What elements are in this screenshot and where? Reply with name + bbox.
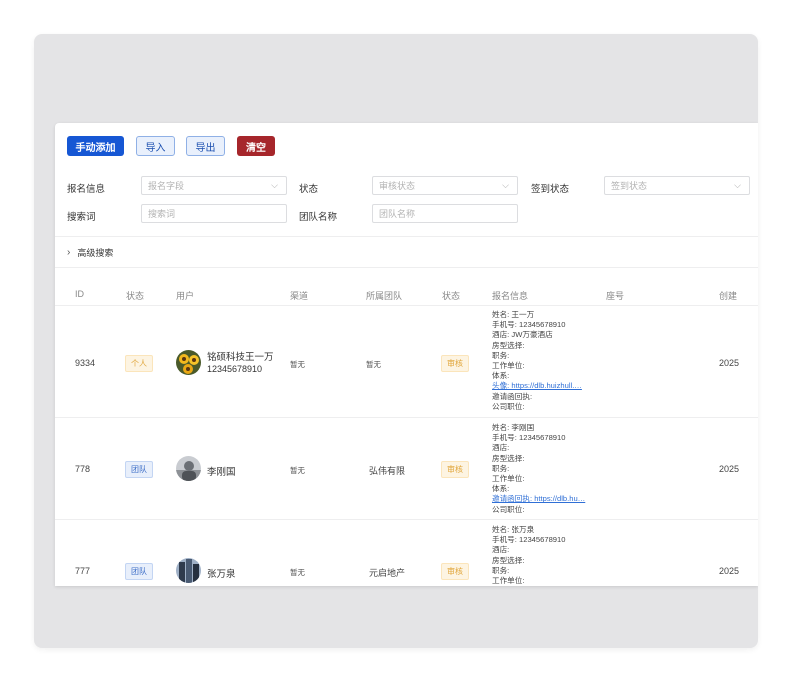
header-signup-info: 报名信息	[492, 291, 529, 301]
info-line: 体系:	[492, 484, 510, 494]
team: 暂无	[366, 360, 381, 369]
building-avatar-icon	[176, 558, 201, 583]
chevron-down-icon: ⌵	[271, 180, 278, 190]
info-line: 房型选择:	[492, 453, 525, 463]
team-name-input[interactable]: 团队名称	[372, 204, 518, 223]
status-label: 状态	[299, 184, 319, 195]
row-id: 778	[75, 464, 91, 474]
channel: 暂无	[290, 466, 305, 475]
advanced-search-label: 高级搜索	[77, 248, 114, 258]
manual-add-button[interactable]: 手动添加	[67, 136, 124, 156]
divider	[55, 236, 758, 237]
keyword-placeholder: 搜索词	[148, 209, 176, 219]
type-badge: 个人	[125, 355, 153, 372]
signup-field-select[interactable]: 报名字段 ⌵	[141, 176, 287, 195]
keyword-label: 搜索词	[67, 212, 96, 223]
row-id: 777	[75, 566, 91, 576]
avatar	[176, 456, 201, 481]
info-line: 手机号: 12345678910	[492, 320, 566, 330]
header-seat: 座号	[606, 291, 625, 301]
info-line: 公司职位:	[492, 504, 525, 514]
header-review-status: 状态	[442, 291, 461, 301]
info-line: 体系:	[492, 371, 510, 381]
info-line: 房型选择:	[492, 340, 525, 350]
signup-info: 姓名: 王一万 手机号: 12345678910 酒店: JW万豪酒店 房型选择…	[492, 310, 582, 412]
checkin-status-placeholder: 签到状态	[611, 181, 648, 191]
info-line: 姓名: 张万泉	[492, 525, 535, 534]
avatar	[176, 350, 201, 375]
info-line: 姓名: 李刚国	[492, 423, 535, 432]
screenshot-frame: 手动添加 导入 导出 清空 报名信息 报名字段 ⌵ 状态 审核状态 ⌵ 签到状态…	[34, 34, 758, 648]
info-line: 工作单位:	[492, 576, 525, 586]
table-row[interactable]: 777 团队 张万泉 暂无 元启地产 审核 姓名: 张万泉 手机号: 12345…	[55, 520, 758, 586]
review-status-placeholder: 审核状态	[379, 181, 416, 191]
info-line: 酒店:	[492, 545, 510, 555]
chevron-right-icon: ›	[67, 247, 71, 258]
signup-info: 姓名: 李刚国 手机号: 12345678910 酒店: 房型选择: 职务: 工…	[492, 423, 585, 515]
invitation-link[interactable]: 邀请函回执: https://dlb.hu…	[492, 494, 585, 504]
import-button[interactable]: 导入	[136, 136, 175, 156]
review-button[interactable]: 审核	[441, 461, 469, 478]
info-line: 职务:	[492, 350, 510, 360]
checkin-status-label: 签到状态	[531, 184, 570, 195]
table-row[interactable]: 9334 个人 铭硕科技王一万 12345678910 暂无 暂无 审核 姓名:…	[55, 306, 758, 418]
keyword-input[interactable]: 搜索词	[141, 204, 287, 223]
signup-field-placeholder: 报名字段	[148, 181, 185, 191]
info-line: 工作单位:	[492, 474, 525, 484]
review-button[interactable]: 审核	[441, 563, 469, 580]
user-name: 张万泉	[207, 569, 236, 580]
checkin-status-select[interactable]: 签到状态 ⌵	[604, 176, 750, 195]
user-name: 铭硕科技王一万	[207, 352, 274, 363]
info-line: 职务:	[492, 463, 510, 473]
review-status-select[interactable]: 审核状态 ⌵	[372, 176, 518, 195]
header-team: 所属团队	[366, 291, 403, 301]
info-line: 手机号: 12345678910	[492, 535, 566, 545]
type-badge: 团队	[125, 461, 153, 478]
info-line: 工作单位:	[492, 361, 525, 371]
created-date: 2025	[719, 464, 740, 474]
user-phone: 12345678910	[207, 364, 263, 374]
team: 元启地产	[369, 568, 406, 578]
created-date: 2025	[719, 566, 740, 576]
header-created: 创建	[719, 291, 738, 301]
header-id: ID	[75, 289, 84, 299]
header-user: 用户	[176, 291, 195, 301]
info-line: 房型选择:	[492, 555, 525, 565]
team-name-placeholder: 团队名称	[379, 209, 416, 219]
signup-info-label: 报名信息	[67, 184, 106, 195]
type-badge: 团队	[125, 563, 153, 580]
export-button[interactable]: 导出	[186, 136, 225, 156]
info-line: 酒店:	[492, 443, 510, 453]
user-name: 李刚国	[207, 467, 236, 478]
info-line: 姓名: 王一万	[492, 310, 535, 319]
info-line: 职务:	[492, 565, 510, 575]
info-line: 公司职位:	[492, 401, 525, 411]
channel: 暂无	[290, 360, 305, 369]
info-line: 手机号: 12345678910	[492, 433, 566, 443]
table-row[interactable]: 778 团队 李刚国 暂无 弘伟有限 审核 姓名: 李刚国 手机号: 12345…	[55, 418, 758, 520]
created-date: 2025	[719, 358, 740, 368]
review-button[interactable]: 审核	[441, 355, 469, 372]
clear-button[interactable]: 清空	[237, 136, 275, 156]
header-type-status: 状态	[126, 291, 145, 301]
team: 弘伟有限	[369, 466, 406, 476]
avatar	[176, 558, 201, 583]
team-name-label: 团队名称	[299, 212, 338, 223]
info-line: 邀请函回执:	[492, 391, 533, 401]
row-id: 9334	[75, 358, 96, 368]
info-line: 酒店: JW万豪酒店	[492, 330, 553, 340]
sunflower-avatar-icon	[176, 350, 201, 375]
chevron-down-icon: ⌵	[734, 180, 741, 190]
advanced-search-toggle[interactable]: › 高级搜索	[67, 246, 113, 259]
chevron-down-icon: ⌵	[502, 180, 509, 190]
registration-panel: 手动添加 导入 导出 清空 报名信息 报名字段 ⌵ 状态 审核状态 ⌵ 签到状态…	[55, 123, 758, 586]
avatar-link[interactable]: 头像: https://dlb.huizhull.…	[492, 381, 582, 391]
channel: 暂无	[290, 568, 305, 577]
divider	[55, 267, 758, 268]
header-channel: 渠道	[290, 291, 309, 301]
signup-info: 姓名: 张万泉 手机号: 12345678910 酒店: 房型选择: 职务: 工…	[492, 525, 565, 586]
person-avatar-icon	[176, 456, 201, 481]
